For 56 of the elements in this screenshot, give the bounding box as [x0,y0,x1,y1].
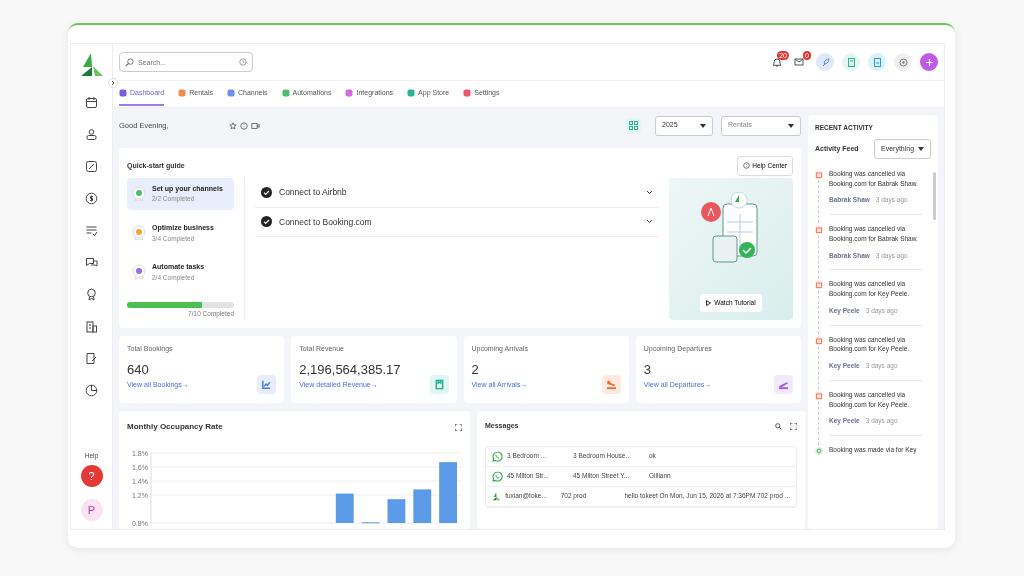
search-icon[interactable] [775,422,782,430]
settings-button[interactable] [894,53,912,71]
award-icon [132,264,146,281]
building-icon[interactable] [85,319,98,333]
play-icon [706,300,712,307]
settings-icon [897,56,909,68]
chat-icon[interactable] [85,255,98,269]
expand-button[interactable] [108,78,118,88]
task-row[interactable]: Connect to Booking.com [255,207,659,238]
bar [335,493,354,523]
calculator-button[interactable] [842,53,860,71]
caret-icon [788,123,794,128]
award-icon [132,225,146,242]
grid-icon [628,121,638,131]
scrollbar [933,172,936,220]
clock-icon [239,58,247,66]
users-icon[interactable] [85,127,98,141]
task-row[interactable]: Connect to Airbnb [255,177,659,208]
bar [387,499,406,523]
bell-icon[interactable] [772,57,782,67]
video-icon[interactable] [250,121,260,130]
expand-icon[interactable] [455,423,462,431]
edit-icon[interactable] [85,159,98,173]
chat-bubble-icon [492,470,503,482]
list-icon[interactable] [85,223,98,237]
mail-icon[interactable] [794,57,804,67]
chat-bubble-icon [492,450,503,462]
pie-chart-icon[interactable] [85,383,98,397]
dollar-icon[interactable] [85,191,98,205]
expand-icon[interactable] [790,422,797,430]
chart-title: Monthly Occupancy Rate [127,421,223,433]
rocket-button[interactable] [816,53,834,71]
search-icon [125,58,134,67]
receipt-icon [433,379,445,390]
chevron-icon [646,189,653,195]
line-chart-icon [261,379,273,390]
document-button[interactable] [868,53,886,71]
add-button[interactable] [920,53,938,71]
award-icon [132,185,146,202]
plane-takeoff-icon [778,379,789,390]
chevron-icon [646,219,653,225]
caret-icon [918,146,924,151]
help-icon [743,162,751,170]
star-icon[interactable] [228,121,237,130]
calculator-icon [845,56,857,68]
help-icon[interactable] [239,121,248,130]
bar [413,489,432,523]
document-icon [871,56,883,68]
plane-landing-icon [605,379,617,390]
bar [439,462,457,523]
avatar[interactable]: P [80,499,103,521]
plus-icon [924,57,934,67]
checklist-icon[interactable] [85,351,98,365]
help-button[interactable]: ? [80,465,103,487]
badge-icon[interactable] [85,287,98,301]
caret-icon [700,123,706,128]
